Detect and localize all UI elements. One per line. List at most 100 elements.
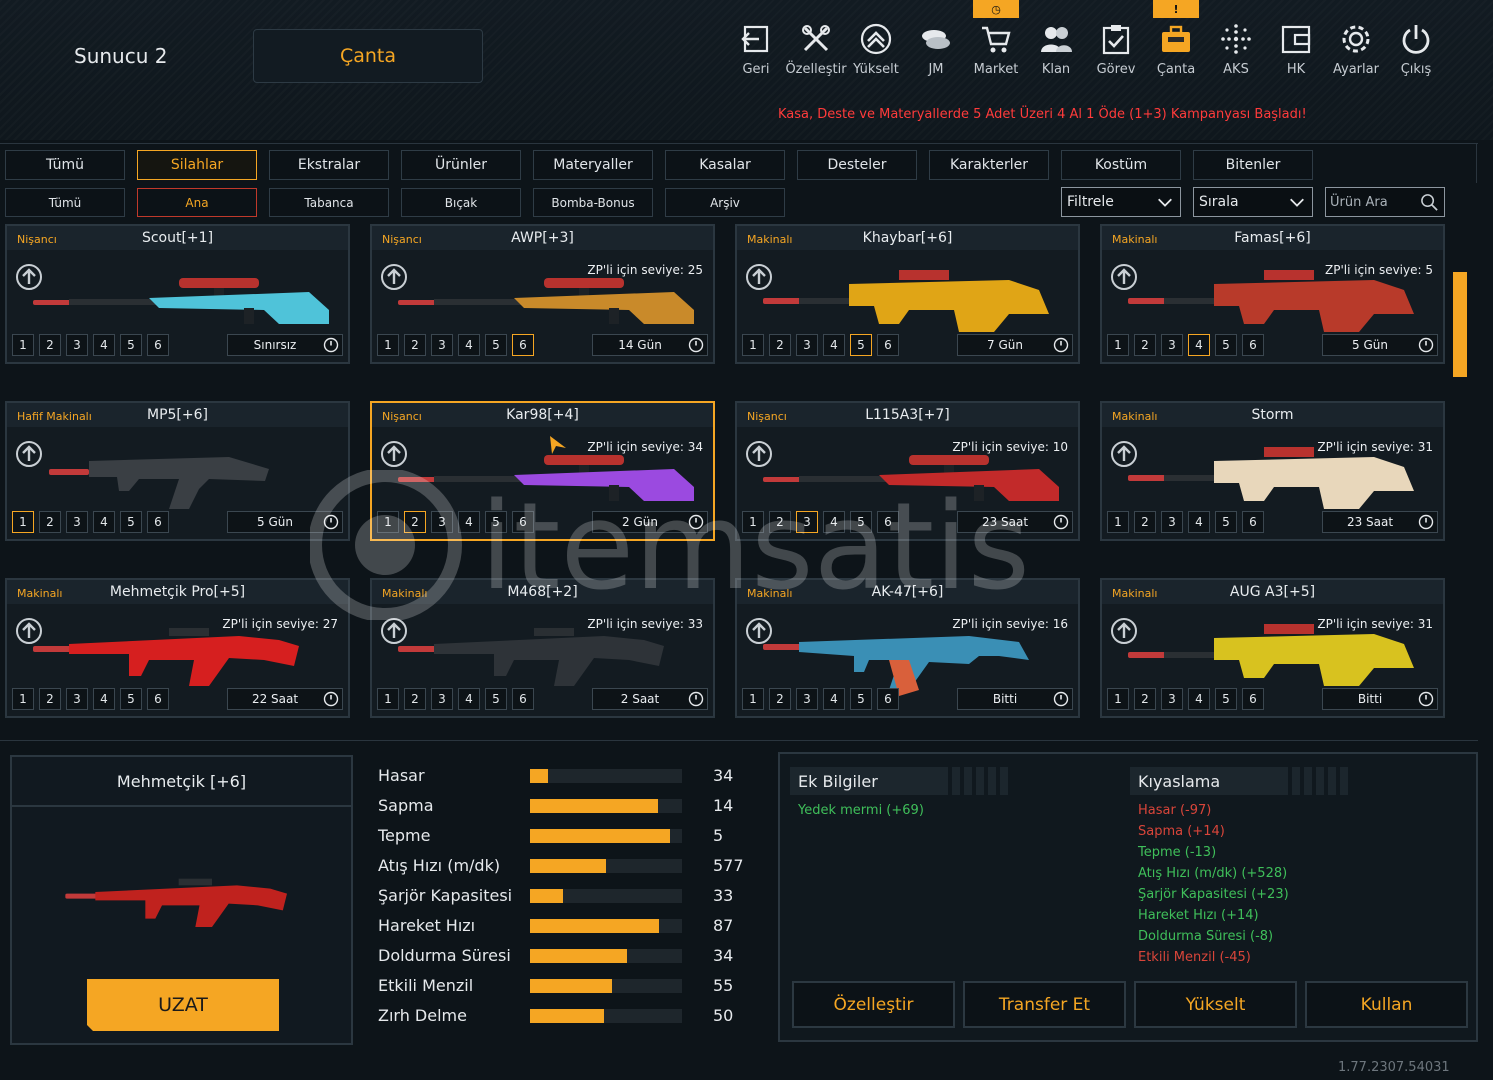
weapon-card[interactable]: Nişancı Kar98[+4] ZP'li için seviye: 34 1 2 3…	[370, 401, 715, 541]
tab-8[interactable]: Kostüm	[1061, 150, 1181, 180]
slot-4[interactable]: 4	[93, 511, 115, 533]
weapon-card[interactable]: Nişancı AWP[+3] ZP'li için seviye: 25 1 2 3 4 5…	[370, 224, 715, 364]
slot-6[interactable]: 6	[1242, 511, 1264, 533]
nav-item-power[interactable]: Çıkış	[1386, 22, 1446, 92]
filter-dropdown[interactable]: Filtrele	[1061, 187, 1181, 217]
slot-6[interactable]: 6	[512, 511, 534, 533]
slot-2[interactable]: 2	[1134, 334, 1156, 356]
slot-6[interactable]: 6	[877, 511, 899, 533]
slot-4[interactable]: 4	[458, 511, 480, 533]
upgrade-arrow-icon[interactable]	[1109, 262, 1139, 292]
subtab-3[interactable]: Bıçak	[401, 188, 521, 217]
subtab-0[interactable]: Tümü	[5, 188, 125, 217]
slot-3[interactable]: 3	[431, 334, 453, 356]
scrollbar-thumb[interactable]	[1453, 272, 1467, 377]
weapon-card[interactable]: Makinalı Famas[+6] ZP'li için seviye: 5123…	[1100, 224, 1445, 364]
slot-5[interactable]: 5	[485, 334, 507, 356]
nav-item-tools[interactable]: Özelleştir	[785, 22, 847, 92]
slot-3[interactable]: 3	[66, 511, 88, 533]
upgrade-arrow-icon[interactable]	[744, 616, 774, 646]
action-button-1[interactable]: Transfer Et	[963, 981, 1126, 1028]
nav-item-clan[interactable]: Klan	[1026, 22, 1086, 92]
slot-1[interactable]: 1	[12, 688, 34, 710]
slot-2[interactable]: 2	[1134, 688, 1156, 710]
weapon-card[interactable]: Nişancı Scout[+1] 1 2 3 4 5 6 Sınırsız	[5, 224, 350, 364]
slot-5[interactable]: 5	[120, 511, 142, 533]
tab-4[interactable]: Materyaller	[533, 150, 653, 180]
slot-2[interactable]: 2	[769, 688, 791, 710]
slot-6[interactable]: 6	[877, 688, 899, 710]
nav-item-bag[interactable]: ! Çanta	[1146, 0, 1206, 92]
tab-9[interactable]: Bitenler	[1193, 150, 1313, 180]
slot-6[interactable]: 6	[877, 334, 899, 356]
slot-2[interactable]: 2	[39, 334, 61, 356]
slot-3[interactable]: 3	[796, 511, 818, 533]
nav-item-wallet[interactable]: HK	[1266, 22, 1326, 92]
slot-5[interactable]: 5	[1215, 688, 1237, 710]
subtab-1[interactable]: Ana	[137, 188, 257, 217]
nav-item-cart[interactable]: ◷ Market	[966, 0, 1026, 92]
slot-5[interactable]: 5	[850, 688, 872, 710]
weapon-card[interactable]: Nişancı L115A3[+7] ZP'li için seviye: 10 1 2…	[735, 401, 1080, 541]
nav-item-gear[interactable]: Ayarlar	[1326, 22, 1386, 92]
slot-6[interactable]: 6	[1242, 688, 1264, 710]
slot-5[interactable]: 5	[120, 334, 142, 356]
tab-0[interactable]: Tümü	[5, 150, 125, 180]
slot-3[interactable]: 3	[1161, 511, 1183, 533]
slot-2[interactable]: 2	[1134, 511, 1156, 533]
nav-item-back[interactable]: Geri	[726, 22, 786, 92]
slot-3[interactable]: 3	[431, 688, 453, 710]
slot-2[interactable]: 2	[769, 334, 791, 356]
extend-button[interactable]: UZAT	[87, 979, 279, 1031]
nav-item-coins[interactable]: JM	[906, 22, 966, 92]
slot-4[interactable]: 4	[458, 334, 480, 356]
slot-4[interactable]: 4	[823, 334, 845, 356]
sort-dropdown[interactable]: Sırala	[1193, 187, 1313, 217]
upgrade-arrow-icon[interactable]	[14, 262, 44, 292]
slot-6[interactable]: 6	[147, 688, 169, 710]
subtab-5[interactable]: Arşiv	[665, 188, 785, 217]
slot-4[interactable]: 4	[458, 688, 480, 710]
slot-6[interactable]: 6	[147, 334, 169, 356]
slot-2[interactable]: 2	[404, 334, 426, 356]
slot-5[interactable]: 5	[850, 511, 872, 533]
slot-3[interactable]: 3	[66, 688, 88, 710]
weapon-card[interactable]: Hafif Makinalı MP5[+6] 1 2 3 4 5 6 5 Gün	[5, 401, 350, 541]
slot-3[interactable]: 3	[1161, 334, 1183, 356]
slot-6[interactable]: 6	[147, 511, 169, 533]
action-button-2[interactable]: Yükselt	[1134, 981, 1297, 1028]
upgrade-arrow-icon[interactable]	[379, 262, 409, 292]
nav-item-upgrade[interactable]: Yükselt	[846, 22, 906, 92]
search-icon[interactable]	[1420, 193, 1439, 212]
slot-1[interactable]: 1	[377, 688, 399, 710]
slot-2[interactable]: 2	[39, 511, 61, 533]
slot-3[interactable]: 3	[796, 334, 818, 356]
slot-5[interactable]: 5	[1215, 334, 1237, 356]
subtab-4[interactable]: Bomba-Bonus	[533, 188, 653, 217]
tab-6[interactable]: Desteler	[797, 150, 917, 180]
weapon-card[interactable]: Makinalı AUG A3[+5] ZP'li için seviye: 31 1…	[1100, 578, 1445, 718]
tab-3[interactable]: Ürünler	[401, 150, 521, 180]
slot-1[interactable]: 1	[742, 688, 764, 710]
weapon-card[interactable]: Makinalı Mehmetçik Pro[+5] ZP'li için sevi…	[5, 578, 350, 718]
slot-2[interactable]: 2	[404, 511, 426, 533]
slot-4[interactable]: 4	[93, 688, 115, 710]
slot-5[interactable]: 5	[485, 688, 507, 710]
slot-4[interactable]: 4	[1188, 334, 1210, 356]
upgrade-arrow-icon[interactable]	[1109, 439, 1139, 469]
nav-item-aks[interactable]: AKS	[1206, 22, 1266, 92]
tab-2[interactable]: Ekstralar	[269, 150, 389, 180]
weapon-card[interactable]: Makinalı AK-47[+6] ZP'li için seviye: 16 1 2…	[735, 578, 1080, 718]
weapon-card[interactable]: Makinalı Khaybar[+6] 1 2 3 4 5 6 7 Gün	[735, 224, 1080, 364]
action-button-0[interactable]: Özelleştir	[792, 981, 955, 1028]
upgrade-arrow-icon[interactable]	[14, 439, 44, 469]
slot-1[interactable]: 1	[12, 511, 34, 533]
slot-6[interactable]: 6	[512, 688, 534, 710]
slot-1[interactable]: 1	[1107, 688, 1129, 710]
tab-5[interactable]: Kasalar	[665, 150, 785, 180]
nav-item-mission[interactable]: Görev	[1086, 22, 1146, 92]
slot-1[interactable]: 1	[1107, 511, 1129, 533]
tab-7[interactable]: Karakterler	[929, 150, 1049, 180]
upgrade-arrow-icon[interactable]	[379, 616, 409, 646]
slot-4[interactable]: 4	[93, 334, 115, 356]
